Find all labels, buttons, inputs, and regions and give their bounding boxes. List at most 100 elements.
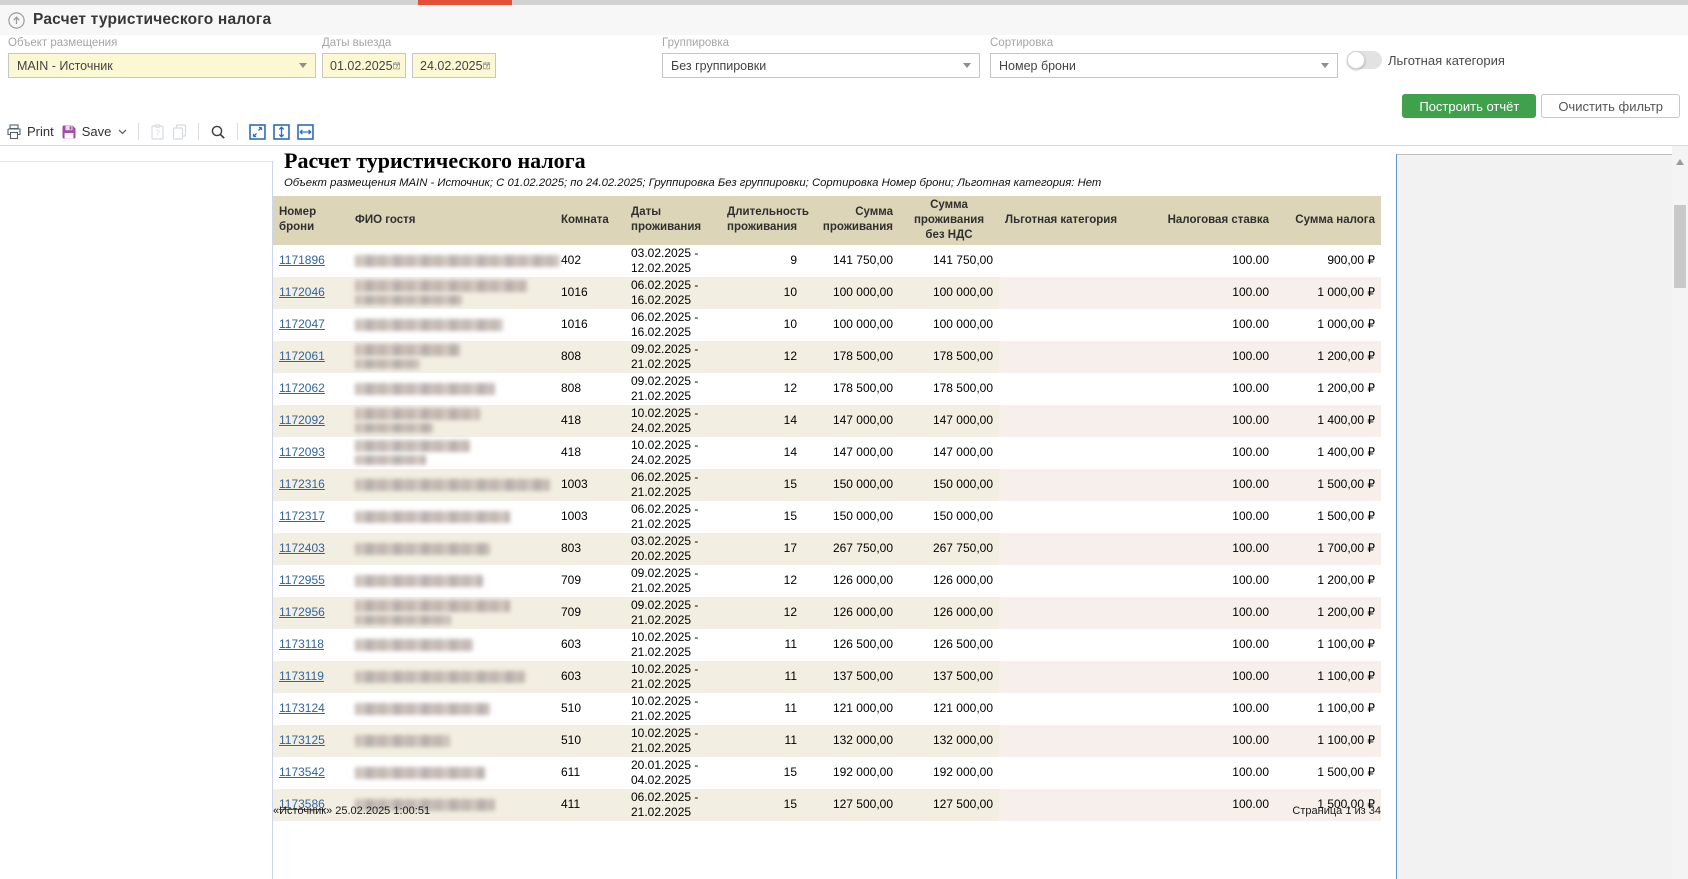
room-cell: 709 bbox=[555, 565, 625, 597]
rate-cell: 100.00 bbox=[1151, 309, 1275, 341]
sorting-select[interactable]: Номер брони bbox=[990, 53, 1338, 78]
guest-name-redacted bbox=[355, 671, 525, 683]
sum-cell: 150 000,00 bbox=[803, 469, 899, 501]
booking-link[interactable]: 1173124 bbox=[279, 701, 325, 715]
table-row: 117311860310.02.2025 -21.02.202511126 50… bbox=[273, 629, 1381, 661]
save-button[interactable]: Save bbox=[61, 124, 128, 140]
accommodation-select[interactable]: MAIN - Источник bbox=[8, 53, 316, 78]
dates-cell: 06.02.2025 -16.02.2025 bbox=[625, 277, 721, 309]
fit-page-height-button[interactable] bbox=[273, 124, 290, 140]
vertical-scrollbar[interactable] bbox=[1672, 146, 1688, 879]
search-button[interactable] bbox=[210, 124, 226, 140]
booking-cell: 1172093 bbox=[273, 437, 349, 469]
booking-link[interactable]: 1173125 bbox=[279, 733, 325, 747]
grouping-select[interactable]: Без группировки bbox=[662, 53, 980, 78]
booking-cell: 1171896 bbox=[273, 245, 349, 277]
column-header-duration: Длительность проживания bbox=[721, 196, 803, 245]
guest-cell bbox=[349, 245, 555, 277]
table-row: 117240380303.02.2025 -20.02.202517267 75… bbox=[273, 533, 1381, 565]
booking-cell: 1173125 bbox=[273, 725, 349, 757]
zoom-page-button[interactable] bbox=[249, 124, 266, 140]
sum-cell: 147 000,00 bbox=[803, 405, 899, 437]
sum-novat-cell: 100 000,00 bbox=[899, 277, 999, 309]
booking-link[interactable]: 1172955 bbox=[279, 573, 325, 587]
booking-link[interactable]: 1172403 bbox=[279, 541, 325, 555]
duration-cell: 12 bbox=[721, 565, 803, 597]
table-row: 1172316100306.02.2025 -21.02.202515150 0… bbox=[273, 469, 1381, 501]
booking-link[interactable]: 1172046 bbox=[279, 285, 325, 299]
booking-link[interactable]: 1172317 bbox=[279, 509, 325, 523]
guest-cell bbox=[349, 693, 555, 725]
duration-cell: 14 bbox=[721, 437, 803, 469]
booking-cell: 1172316 bbox=[273, 469, 349, 501]
room-cell: 808 bbox=[555, 341, 625, 373]
guest-name-redacted bbox=[355, 479, 550, 491]
guest-name-redacted bbox=[355, 735, 450, 747]
guest-cell bbox=[349, 437, 555, 469]
print-button[interactable]: Print bbox=[6, 124, 54, 140]
sum-cell: 126 000,00 bbox=[803, 597, 899, 629]
guest-cell bbox=[349, 501, 555, 533]
fit-horizontal-icon bbox=[297, 124, 314, 140]
category-cell bbox=[999, 277, 1151, 309]
toolbar-separator bbox=[138, 123, 139, 140]
build-report-button[interactable]: Построить отчёт bbox=[1402, 94, 1536, 118]
collapse-panel-icon[interactable] bbox=[8, 12, 25, 29]
booking-cell: 1172061 bbox=[273, 341, 349, 373]
tax-cell: 1 200,00 ₽ bbox=[1275, 597, 1381, 629]
rate-cell: 100.00 bbox=[1151, 629, 1275, 661]
booking-link[interactable]: 1173118 bbox=[279, 637, 324, 651]
booking-link[interactable]: 1171896 bbox=[279, 253, 325, 267]
guest-name-redacted bbox=[355, 455, 426, 465]
table-row: 1172317100306.02.2025 -21.02.202515150 0… bbox=[273, 501, 1381, 533]
rate-cell: 100.00 bbox=[1151, 469, 1275, 501]
guest-name-redacted bbox=[355, 319, 503, 331]
duration-cell: 11 bbox=[721, 661, 803, 693]
scrollbar-thumb[interactable] bbox=[1674, 205, 1686, 288]
sum-novat-cell: 178 500,00 bbox=[899, 373, 999, 405]
dates-cell: 09.02.2025 -21.02.2025 bbox=[625, 565, 721, 597]
sum-cell: 126 000,00 bbox=[803, 565, 899, 597]
category-cell bbox=[999, 597, 1151, 629]
date-from-input[interactable]: 01.02.2025 bbox=[322, 53, 406, 78]
booking-link[interactable]: 1172061 bbox=[279, 349, 325, 363]
sum-novat-cell: 100 000,00 bbox=[899, 309, 999, 341]
report-toolbar: Print Save ? bbox=[0, 118, 1688, 146]
booking-link[interactable]: 1173542 bbox=[279, 765, 325, 779]
grouping-label: Группировка bbox=[662, 37, 980, 50]
sum-novat-cell: 126 000,00 bbox=[899, 565, 999, 597]
category-cell bbox=[999, 757, 1151, 789]
guest-cell bbox=[349, 309, 555, 341]
category-cell bbox=[999, 469, 1151, 501]
booking-cell: 1173124 bbox=[273, 693, 349, 725]
dates-cell: 03.02.2025 -20.02.2025 bbox=[625, 533, 721, 565]
booking-link[interactable]: 1172956 bbox=[279, 605, 325, 619]
booking-link[interactable]: 1173119 bbox=[279, 669, 324, 683]
guest-name-redacted bbox=[355, 575, 483, 587]
guest-name-redacted bbox=[355, 280, 527, 292]
duration-cell: 15 bbox=[721, 469, 803, 501]
column-header-sum: Сумма проживания bbox=[803, 196, 899, 245]
category-cell bbox=[999, 533, 1151, 565]
guest-cell bbox=[349, 565, 555, 597]
clear-filter-button[interactable]: Очистить фильтр bbox=[1541, 94, 1680, 118]
duration-cell: 15 bbox=[721, 501, 803, 533]
booking-link[interactable]: 1172316 bbox=[279, 477, 325, 491]
rate-cell: 100.00 bbox=[1151, 245, 1275, 277]
booking-link[interactable]: 1172093 bbox=[279, 445, 325, 459]
dates-cell: 06.02.2025 -21.02.2025 bbox=[625, 501, 721, 533]
dates-cell: 09.02.2025 -21.02.2025 bbox=[625, 373, 721, 405]
booking-link[interactable]: 1172092 bbox=[279, 413, 325, 427]
copy-button-disabled bbox=[172, 124, 187, 140]
guest-name-redacted bbox=[355, 295, 462, 305]
dates-cell: 03.02.2025 -12.02.2025 bbox=[625, 245, 721, 277]
booking-link[interactable]: 1172047 bbox=[279, 317, 325, 331]
booking-link[interactable]: 1172062 bbox=[279, 381, 325, 395]
fit-page-width-button[interactable] bbox=[297, 124, 314, 140]
category-cell bbox=[999, 693, 1151, 725]
benefit-category-toggle[interactable] bbox=[1347, 51, 1382, 69]
scroll-up-icon[interactable] bbox=[1676, 159, 1684, 165]
category-cell bbox=[999, 725, 1151, 757]
rate-cell: 100.00 bbox=[1151, 725, 1275, 757]
date-to-input[interactable]: 24.02.2025 bbox=[412, 53, 496, 78]
